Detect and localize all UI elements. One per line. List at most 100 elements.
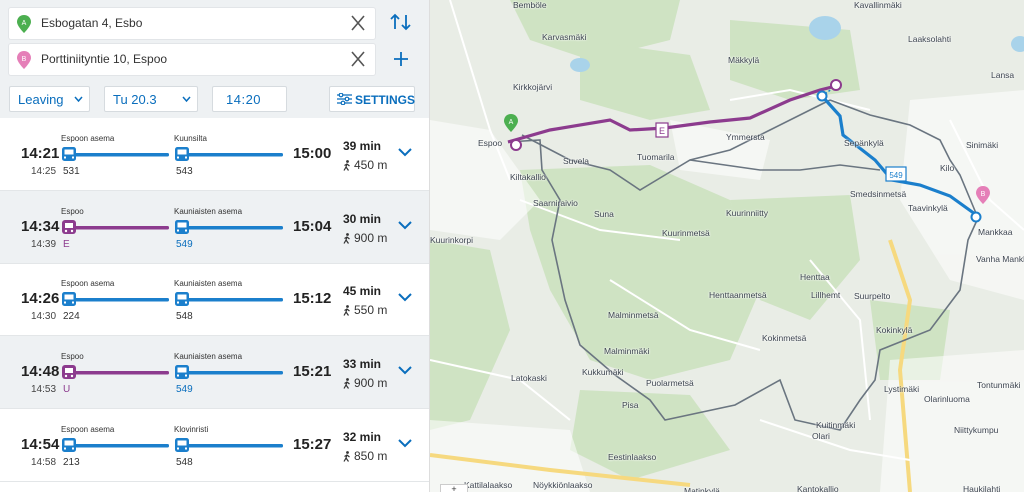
itinerary-row[interactable]: 14:48 14:53 Espoo Kauniaisten asema U 549 15:2… — [0, 336, 429, 410]
map-place-label: Suvela — [563, 156, 589, 166]
expand-chevron-icon[interactable] — [397, 437, 413, 449]
clear-origin-icon[interactable] — [349, 13, 367, 33]
itinerary-row[interactable]: 14:26 14:30 Espoon asema Kauniaisten asema 2… — [0, 263, 429, 337]
map[interactable]: E 549 A B Bemböle Kavallinmäki Karvasmäki L… — [430, 0, 1024, 492]
arrival-time: 15:27 — [293, 435, 332, 453]
second-route-number: 548 — [176, 311, 193, 323]
map-place-label: Kilo — [940, 163, 955, 173]
search-area: A Esbogatan 4, Esbo B Porttiniityntie 10… — [0, 0, 429, 118]
map-place-label: Eestinlaakso — [608, 452, 657, 462]
origin-value: Esbogatan 4, Esbo — [41, 16, 143, 30]
departure-time: 14:26 — [21, 290, 60, 308]
expand-chevron-icon[interactable] — [397, 219, 413, 231]
train-route-badge: E — [655, 122, 669, 138]
map-place-label: Latokaski — [511, 373, 547, 383]
second-route-number: 543 — [176, 166, 193, 177]
map-place-label: Karvasmäki — [542, 32, 587, 42]
map-place-label: Saarniraivio — [533, 198, 578, 208]
row-divider — [0, 480, 429, 482]
transfer-stop: Kauniaisten asema — [174, 352, 243, 362]
map-canvas[interactable]: E 549 A B — [430, 0, 1024, 492]
walk-distance: 900 m — [343, 231, 387, 245]
clear-destination-icon[interactable] — [349, 49, 367, 69]
bus-board-stop[interactable] — [816, 90, 828, 102]
boarding-stop: Espoo — [61, 206, 84, 216]
expand-chevron-icon[interactable] — [397, 146, 413, 158]
map-place-label: Nöykkiönlaakso — [533, 480, 593, 490]
first-leg-line — [69, 153, 169, 157]
leg-bar — [62, 292, 283, 307]
walk-distance: 450 m — [343, 158, 387, 172]
time-input[interactable]: 14:20 — [212, 86, 287, 112]
bus-alight-stop[interactable] — [970, 211, 982, 223]
departure-mode-value: Leaving — [18, 92, 64, 107]
first-route-number: 213 — [63, 456, 80, 468]
date-value: Tu 20.3 — [113, 92, 157, 107]
map-place-label: Kavallinmäki — [854, 0, 902, 10]
bus-icon — [62, 292, 76, 307]
train-board-stop[interactable] — [510, 139, 522, 151]
map-place-label: Lystimäki — [884, 384, 920, 394]
bus-icon — [62, 437, 76, 452]
zoom-in-button[interactable]: + — [440, 484, 468, 492]
arrival-time: 15:04 — [293, 217, 332, 235]
boarding-stop: Espoon asema — [61, 134, 115, 143]
map-place-label: Kuurinmetsä — [662, 228, 710, 238]
destination-input[interactable]: B Porttiniityntie 10, Espoo — [9, 44, 375, 75]
add-via-point-icon[interactable] — [386, 45, 416, 73]
map-place-label: Henttaa — [800, 272, 830, 282]
transfer-stop: Kuunsilta — [174, 134, 207, 143]
svg-text:E: E — [659, 126, 665, 136]
departure-time: 14:21 — [21, 145, 60, 162]
date-select[interactable]: Tu 20.3 — [104, 86, 198, 112]
walking-person-icon — [343, 305, 350, 317]
svg-text:549: 549 — [889, 171, 903, 180]
destination-value: Porttiniityntie 10, Espoo — [41, 52, 168, 66]
train-alight-stop[interactable] — [830, 79, 842, 91]
boarding-stop: Espoon asema — [61, 424, 115, 434]
map-place-label: Kuitinmäki — [816, 420, 856, 430]
first-leg-line — [69, 225, 169, 230]
second-leg-line — [182, 225, 283, 230]
first-route-number: E — [63, 238, 70, 250]
map-place-label: Smedsinmetsä — [850, 189, 907, 199]
route-planner-panel: A Esbogatan 4, Esbo B Porttiniityntie 10… — [0, 0, 430, 492]
transfer-stop: Kauniaisten asema — [174, 279, 243, 289]
sliders-icon — [337, 93, 352, 105]
map-place-label: Sepänkylä — [844, 138, 884, 148]
departure-mode-select[interactable]: Leaving — [9, 86, 90, 112]
bus-icon — [175, 437, 189, 452]
leg-bar — [62, 365, 283, 380]
map-place-label: Lillhemt — [811, 290, 841, 300]
map-place-label: Laaksolahti — [908, 34, 952, 44]
map-place-label: Niittykumpu — [954, 425, 999, 435]
map-place-label: Kokinmetsä — [762, 333, 807, 343]
second-leg-line — [182, 298, 283, 302]
first-vehicle-time: 14:30 — [31, 311, 57, 323]
swap-locations-icon[interactable] — [386, 8, 416, 36]
map-place-label: Vanha Mankkaa — [976, 254, 1024, 264]
map-place-label: Malminmäki — [604, 346, 650, 356]
expand-chevron-icon[interactable] — [397, 364, 413, 376]
itinerary-row[interactable]: 14:34 14:39 Espoo Kauniaisten asema E 549 15:0… — [0, 190, 429, 264]
second-route-number: 548 — [176, 456, 193, 468]
map-place-label: Henttaanmetsä — [709, 290, 767, 300]
map-place-label: Espoo — [478, 138, 503, 148]
settings-button[interactable]: SETTINGS — [329, 86, 415, 112]
bus-icon — [175, 219, 189, 234]
itinerary-row[interactable]: 14:21 14:25 Espoon asema Kuunsilta 531 543 15:… — [0, 118, 429, 191]
walking-person-icon — [343, 160, 350, 171]
map-place-label: Kokinkylä — [876, 325, 913, 335]
duration: 30 min — [343, 211, 382, 226]
walk-distance-value: 900 m — [354, 376, 388, 391]
first-leg-line — [69, 371, 169, 375]
map-place-label: Sinimäki — [966, 140, 999, 150]
expand-chevron-icon[interactable] — [397, 291, 413, 303]
walk-distance: 900 m — [343, 376, 387, 390]
origin-input[interactable]: A Esbogatan 4, Esbo — [9, 8, 375, 39]
bus-icon — [62, 147, 76, 161]
first-vehicle-time: 14:25 — [31, 166, 57, 177]
leg-bar — [62, 147, 283, 161]
itinerary-row[interactable]: 14:54 14:58 Espoon asema Klovinristi 213 548 1… — [0, 409, 429, 482]
boarding-stop: Espoon asema — [61, 279, 115, 289]
